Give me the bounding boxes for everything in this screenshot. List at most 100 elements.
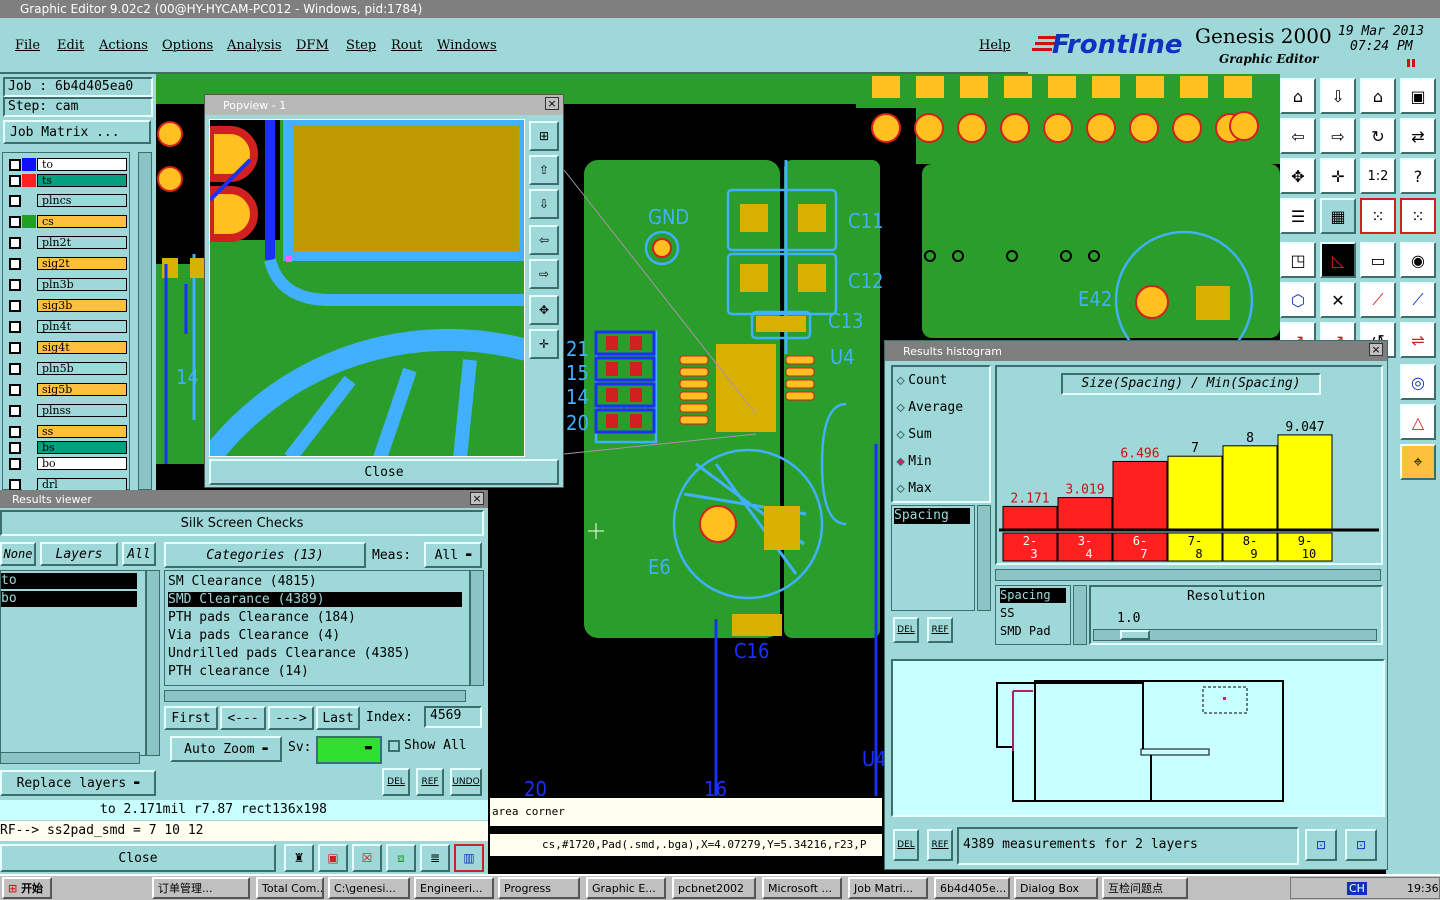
zoom-home-icon[interactable]: ⌂: [1280, 78, 1316, 114]
category-item[interactable]: Undrilled pads Clearance (4385): [168, 646, 411, 661]
menu-analysis[interactable]: Analysis: [227, 38, 282, 53]
histogram-bar[interactable]: [1167, 455, 1223, 530]
ruler-icon[interactable]: ▭: [1360, 242, 1396, 278]
close-icon[interactable]: ×: [545, 97, 559, 110]
layer-checkbox[interactable]: [9, 299, 21, 312]
histogram-item-scrollbar[interactable]: [977, 505, 991, 611]
layer-row-sig4t[interactable]: sig4t: [9, 340, 127, 355]
popview-close-button[interactable]: Close: [209, 459, 559, 485]
layer-row-plnss[interactable]: plnss: [9, 403, 127, 418]
monitor-icon[interactable]: ▣: [318, 844, 348, 872]
start-button[interactable]: ⊞ 开始: [2, 877, 52, 899]
histogram-ref-button[interactable]: REF: [927, 617, 953, 643]
layer-row-bs[interactable]: bs: [9, 440, 127, 455]
popview-down-icon[interactable]: ⇩: [529, 189, 559, 219]
measure-icon[interactable]: ◺: [1320, 242, 1356, 278]
swap-icon[interactable]: ⇄: [1400, 118, 1436, 154]
close-icon[interactable]: ×: [1369, 343, 1383, 356]
layer-name[interactable]: ts: [37, 174, 127, 187]
meas-select[interactable]: All ▬: [424, 542, 482, 568]
all-button[interactable]: All: [122, 542, 156, 566]
popview-fit-icon[interactable]: ✥: [529, 295, 559, 325]
layer-checkbox[interactable]: [9, 404, 21, 417]
pause-icon[interactable]: [1407, 59, 1415, 67]
close-icon[interactable]: ×: [470, 492, 484, 505]
replace-layers-button[interactable]: Replace layers ▬: [0, 770, 156, 796]
menu-step[interactable]: Step: [346, 38, 376, 53]
line-alt-icon[interactable]: ⟋: [1400, 282, 1436, 318]
layer-row-pln3b[interactable]: pln3b: [9, 277, 127, 292]
layer-name[interactable]: pln2t: [37, 236, 127, 249]
histogram-bar[interactable]: [1002, 505, 1058, 530]
menu-options[interactable]: Options: [162, 38, 213, 53]
prev-button[interactable]: <---: [220, 706, 266, 730]
import-icon[interactable]: ⊡: [1345, 829, 1377, 861]
popview-left-icon[interactable]: ⇦: [529, 225, 559, 255]
layer-row-pln4t[interactable]: pln4t: [9, 319, 127, 334]
export-icon[interactable]: ⊡: [1305, 829, 1337, 861]
route-icon[interactable]: ⬡: [1280, 282, 1316, 318]
taskbar-item[interactable]: 6b4d405e...: [934, 877, 1010, 899]
preview-del-button[interactable]: DEL: [893, 829, 919, 861]
taskbar-item[interactable]: 订单管理...: [152, 877, 250, 899]
layer-result-item-to[interactable]: to: [1, 573, 137, 589]
report-icon[interactable]: ≣: [420, 844, 450, 872]
pan-right-icon[interactable]: ⇨: [1320, 118, 1356, 154]
layer-checkbox[interactable]: [9, 341, 21, 354]
job-matrix-button[interactable]: Job Matrix ...: [3, 120, 151, 144]
category-item[interactable]: SM Clearance (4815): [168, 574, 317, 589]
layer-checkbox[interactable]: [9, 320, 21, 333]
flip-icon[interactable]: ⇌: [1400, 322, 1436, 358]
measure-scrollbar[interactable]: [1073, 585, 1087, 645]
select-icon[interactable]: ◳: [1280, 242, 1316, 278]
ref-button[interactable]: REF: [416, 768, 444, 796]
results-close-button[interactable]: Close: [0, 844, 276, 872]
category-hscrollbar[interactable]: [164, 690, 466, 702]
pad-icon[interactable]: ◉: [1400, 242, 1436, 278]
taskbar-item[interactable]: Dialog Box: [1014, 877, 1098, 899]
layer-checkbox[interactable]: [9, 158, 21, 171]
snap-alt-icon[interactable]: ⁙: [1400, 198, 1436, 234]
layer-result-item-bo[interactable]: bo: [1, 591, 137, 607]
layer-row-ts[interactable]: ts: [9, 173, 127, 188]
resolution-slider-handle[interactable]: [1120, 630, 1150, 640]
line-icon[interactable]: ⟋: [1360, 282, 1396, 318]
layer-checkbox[interactable]: [9, 215, 21, 228]
menu-edit[interactable]: Edit: [57, 38, 84, 53]
none-button[interactable]: None: [0, 542, 36, 566]
cross-icon[interactable]: ✕: [1320, 282, 1356, 318]
histogram-icon[interactable]: ▥: [454, 844, 484, 872]
layer-checkbox[interactable]: [9, 362, 21, 375]
histogram-item-spacing[interactable]: Spacing: [894, 508, 970, 524]
scale-1-2-icon[interactable]: 1:2: [1360, 158, 1396, 194]
histogram-mode-count[interactable]: ◆ Count: [896, 371, 947, 389]
histogram-mode-sum[interactable]: ◆ Sum: [896, 425, 931, 443]
histogram-bar[interactable]: [1112, 460, 1168, 530]
next-button[interactable]: --->: [268, 706, 314, 730]
category-item[interactable]: Via pads Clearance (4): [168, 628, 340, 643]
redraw-icon[interactable]: ↻: [1360, 118, 1396, 154]
layer-row-sig2t[interactable]: sig2t: [9, 256, 127, 271]
layer-checkbox[interactable]: [9, 278, 21, 291]
menu-rout[interactable]: Rout: [391, 38, 422, 53]
layer-checkbox[interactable]: [9, 383, 21, 396]
taskbar-item[interactable]: Graphic E...: [586, 877, 666, 899]
window-icon[interactable]: ▣: [1400, 78, 1436, 114]
measure-item-selected[interactable]: Spacing: [1000, 588, 1066, 603]
menu-windows[interactable]: Windows: [437, 38, 497, 53]
index-input[interactable]: 4569: [424, 706, 482, 728]
histogram-bar[interactable]: [1277, 434, 1333, 530]
layer-row-sig3b[interactable]: sig3b: [9, 298, 127, 313]
first-button[interactable]: First: [164, 706, 218, 730]
layer-name[interactable]: cs: [37, 215, 127, 228]
layer-checkbox[interactable]: [9, 236, 21, 249]
person-icon[interactable]: ♜: [284, 844, 314, 872]
menu-dfm[interactable]: DFM: [296, 38, 329, 53]
layer-name[interactable]: plnss: [37, 404, 127, 417]
menu-file[interactable]: File: [15, 38, 40, 53]
pan-left-icon[interactable]: ⇦: [1280, 118, 1316, 154]
probe-icon[interactable]: ⌖: [1400, 444, 1436, 480]
layer-name[interactable]: bo: [37, 457, 127, 470]
taskbar-item[interactable]: Job Matri...: [848, 877, 928, 899]
auto-zoom-button[interactable]: Auto Zoom ▬: [170, 736, 282, 762]
